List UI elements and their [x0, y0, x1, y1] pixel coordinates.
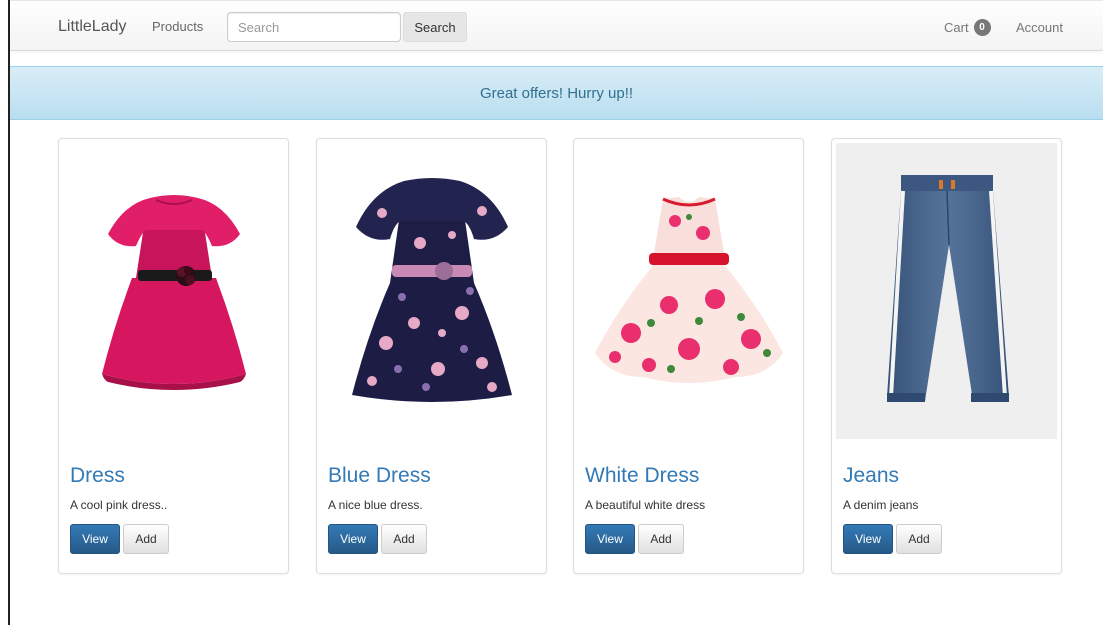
- view-button[interactable]: View: [70, 524, 120, 554]
- white-floral-dress-image: [594, 197, 783, 383]
- product-description: A nice blue dress.: [328, 498, 423, 512]
- offer-banner: Great offers! Hurry up!!: [10, 66, 1103, 120]
- product-title[interactable]: Dress: [70, 464, 125, 488]
- product-image[interactable]: [578, 143, 799, 439]
- product-description: A beautiful white dress: [585, 498, 706, 512]
- pink-dress-image: [101, 195, 246, 390]
- view-button[interactable]: View: [328, 524, 378, 554]
- add-button[interactable]: Add: [123, 524, 169, 554]
- product-description: A cool pink dress..: [70, 498, 168, 512]
- product-card: Dress A cool pink dress.. View Add: [58, 138, 289, 574]
- add-button[interactable]: Add: [381, 524, 427, 554]
- product-title[interactable]: Blue Dress: [328, 464, 431, 488]
- product-image[interactable]: [836, 143, 1057, 439]
- cart-count-badge: 0: [973, 19, 991, 36]
- product-title[interactable]: Jeans: [843, 464, 899, 488]
- product-card: Jeans A denim jeans View Add: [831, 138, 1062, 574]
- cart-link[interactable]: Cart 0: [944, 19, 991, 36]
- brand-logo[interactable]: LittleLady: [58, 18, 127, 36]
- view-button[interactable]: View: [585, 524, 635, 554]
- top-navbar: LittleLady Products Search Cart 0 Accoun…: [10, 0, 1103, 51]
- nav-products-link[interactable]: Products: [152, 19, 203, 34]
- product-card: White Dress A beautiful white dress View…: [573, 138, 804, 574]
- view-button[interactable]: View: [843, 524, 893, 554]
- product-card: Blue Dress A nice blue dress. View Add: [316, 138, 547, 574]
- account-link[interactable]: Account: [1016, 20, 1063, 35]
- product-image[interactable]: [321, 143, 542, 439]
- blue-floral-dress-image: [351, 178, 512, 402]
- search-button[interactable]: Search: [403, 12, 467, 42]
- search-input[interactable]: [227, 12, 401, 42]
- product-title[interactable]: White Dress: [585, 464, 699, 488]
- add-button[interactable]: Add: [896, 524, 942, 554]
- denim-jeans-image: [886, 175, 1009, 402]
- cart-label: Cart: [944, 20, 969, 35]
- add-button[interactable]: Add: [638, 524, 684, 554]
- offer-banner-text: Great offers! Hurry up!!: [479, 84, 634, 102]
- product-image[interactable]: [63, 143, 284, 439]
- product-description: A denim jeans: [843, 498, 919, 512]
